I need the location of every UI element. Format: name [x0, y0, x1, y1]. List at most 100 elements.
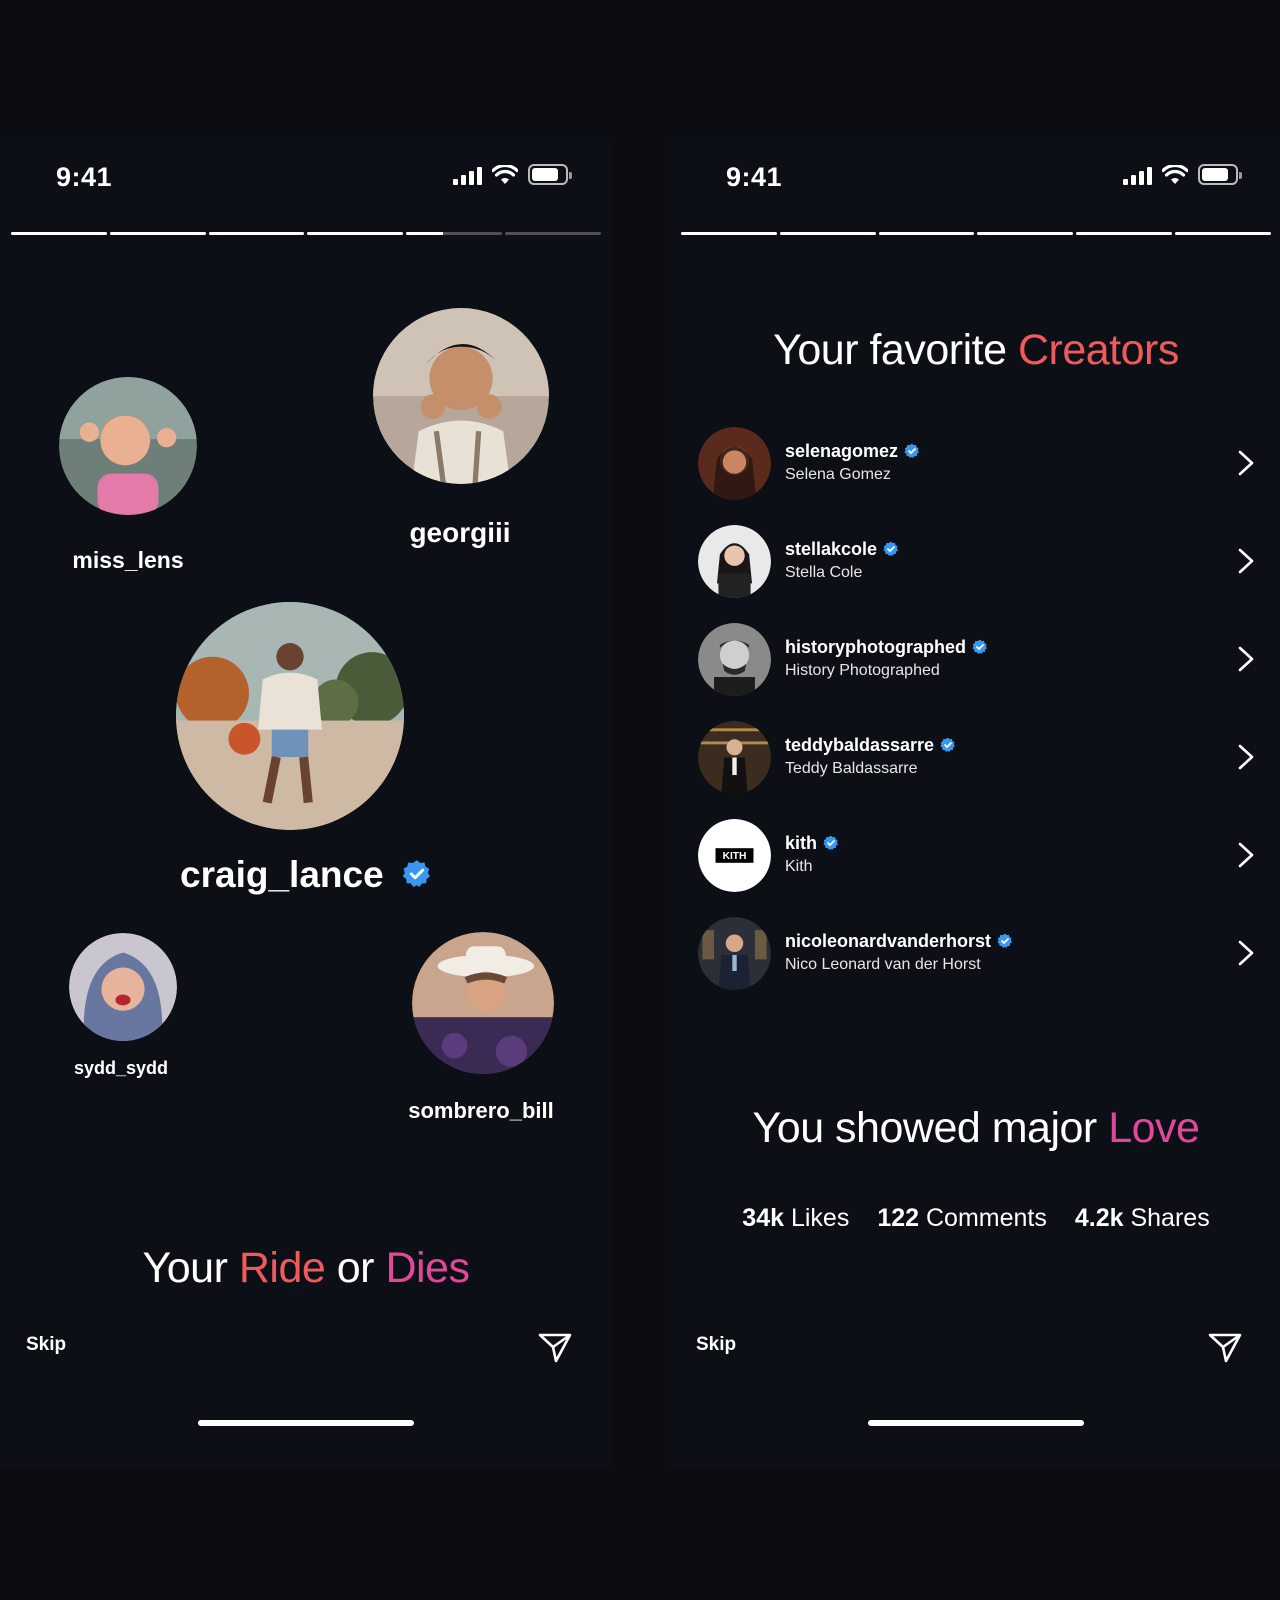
verified-badge-icon [972, 639, 987, 654]
major-love-headline: You showed major Love [670, 1104, 1280, 1153]
progress-segment [307, 232, 404, 235]
skip-button[interactable]: Skip [26, 1334, 66, 1356]
progress-segment-fill [109, 232, 206, 235]
status-time: 9:41 [726, 162, 783, 192]
creator-avatar [698, 524, 771, 598]
home-indicator [868, 1420, 1084, 1426]
ride-or-dies-headline: Your Ride or Dies [0, 1244, 612, 1293]
cellular-signal-icon [1123, 165, 1152, 185]
progress-segment-fill [208, 232, 305, 235]
creator-display-name: History Photographed [785, 662, 940, 679]
creator-avatar [698, 622, 771, 696]
bubble-name-sydd-sydd: sydd_sydd [73, 1058, 169, 1078]
battery-icon [528, 164, 572, 185]
creator-avatar [698, 426, 771, 500]
chevron-right-icon[interactable] [1236, 743, 1256, 771]
verified-badge-icon [402, 860, 430, 888]
verified-badge-icon [883, 541, 898, 556]
progress-segment [208, 232, 305, 235]
progress-segment [11, 232, 107, 235]
shares-label: Shares [1123, 1204, 1210, 1232]
progress-segment [779, 232, 876, 235]
creator-display-name: Stella Cole [785, 564, 863, 581]
progress-segment-fill [1076, 232, 1173, 235]
verified-badge-icon [997, 933, 1012, 948]
bubble-name-georgiii: georgiii [409, 517, 511, 548]
bubble-name-craig-lance-text: craig_lance [180, 854, 384, 895]
progress-segment-fill [779, 232, 876, 235]
creator-avatar [698, 916, 771, 990]
creator-handle: historyphotographed [785, 637, 966, 657]
status-bar-icons [1123, 164, 1242, 185]
progress-segment [406, 232, 503, 235]
comments-value: 122 [877, 1204, 920, 1232]
share-send-icon[interactable] [1208, 1332, 1242, 1364]
verified-badge-icon [904, 443, 919, 458]
ride-or-dies-screen: 9:41 miss_lens georgiii craig_lance sydd… [0, 138, 612, 1468]
bubble-name-craig-lance: craig_lance [106, 854, 506, 896]
progress-segment [878, 232, 975, 235]
story-progress-bar [11, 232, 601, 235]
kith-logo: KITH [723, 851, 747, 862]
headline-part: Your [142, 1244, 239, 1292]
progress-segment [1175, 232, 1271, 235]
verified-badge-icon [940, 737, 956, 752]
headline-highlight-dies: Dies [385, 1244, 470, 1292]
chevron-right-icon[interactable] [1236, 841, 1256, 869]
wifi-icon [492, 164, 518, 184]
verified-badge-icon [823, 835, 838, 850]
chevron-right-icon[interactable] [1236, 547, 1256, 575]
progress-segment [505, 232, 601, 235]
creator-display-name: Selena Gomez [785, 466, 891, 483]
shares-value: 4.2k [1074, 1204, 1124, 1232]
bubble-name-sombrero-bill: sombrero_bill [408, 1098, 554, 1123]
likes-label: Likes [784, 1204, 850, 1232]
avatar-sydd-sydd[interactable] [69, 933, 177, 1041]
creator-row-stellakcole[interactable]: stellakcole Stella Cole [698, 512, 1258, 610]
status-bar-icons [453, 164, 572, 185]
progress-segment [109, 232, 206, 235]
progress-segment [681, 232, 777, 235]
shares-stat: 4.2k Shares [1075, 1204, 1210, 1233]
avatar-miss-lens[interactable] [59, 377, 197, 515]
avatar-sombrero-bill[interactable] [412, 932, 554, 1074]
creator-display-name: Nico Leonard van der Horst [785, 956, 981, 973]
creator-handle: kith [785, 833, 818, 853]
progress-segment-fill [681, 232, 777, 235]
creator-row-teddybaldassarre[interactable]: teddybaldassarre Teddy Baldassarre [698, 708, 1258, 806]
headline-part: You showed major [752, 1104, 1109, 1152]
creator-avatar [698, 720, 771, 794]
favorite-creators-headline: Your favorite Creators [670, 326, 1280, 375]
story-progress-bar [681, 232, 1271, 235]
status-time: 9:41 [56, 162, 113, 192]
headline-highlight-ride: Ride [238, 1244, 326, 1292]
avatar-craig-lance[interactable] [176, 602, 404, 830]
creator-handle: selenagomez [785, 441, 899, 461]
creator-row-selenagomez[interactable]: selenagomez Selena Gomez [698, 414, 1258, 512]
creator-row-historyphotographed[interactable]: historyphotographed History Photographed [698, 610, 1258, 708]
progress-segment-fill [977, 232, 1074, 235]
headline-highlight-creators: Creators [1017, 326, 1179, 374]
creator-row-nicoleonardvanderhorst[interactable]: nicoleonardvanderhorst Nico Leonard van d… [698, 904, 1258, 1002]
avatar-georgiii[interactable] [373, 308, 549, 484]
progress-segment-fill [406, 232, 443, 235]
headline-highlight-love: Love [1108, 1104, 1200, 1152]
chevron-right-icon[interactable] [1236, 449, 1256, 477]
cellular-signal-icon [453, 165, 482, 185]
likes-stat: 34k Likes [742, 1204, 849, 1233]
creator-row-kith[interactable]: KITH kith Kith [698, 806, 1258, 904]
progress-segment-fill [307, 232, 404, 235]
progress-segment [977, 232, 1074, 235]
creator-handle: nicoleonardvanderhorst [785, 931, 992, 951]
comments-label: Comments [919, 1204, 1047, 1232]
creator-display-name: Teddy Baldassarre [785, 760, 918, 777]
chevron-right-icon[interactable] [1236, 939, 1256, 967]
skip-button[interactable]: Skip [696, 1334, 736, 1356]
battery-icon [1198, 164, 1242, 185]
share-send-icon[interactable] [538, 1332, 572, 1364]
home-indicator [198, 1420, 414, 1426]
chevron-right-icon[interactable] [1236, 645, 1256, 673]
creator-handle: stellakcole [785, 539, 878, 559]
wifi-icon [1162, 164, 1188, 184]
progress-segment-fill [1175, 232, 1271, 235]
